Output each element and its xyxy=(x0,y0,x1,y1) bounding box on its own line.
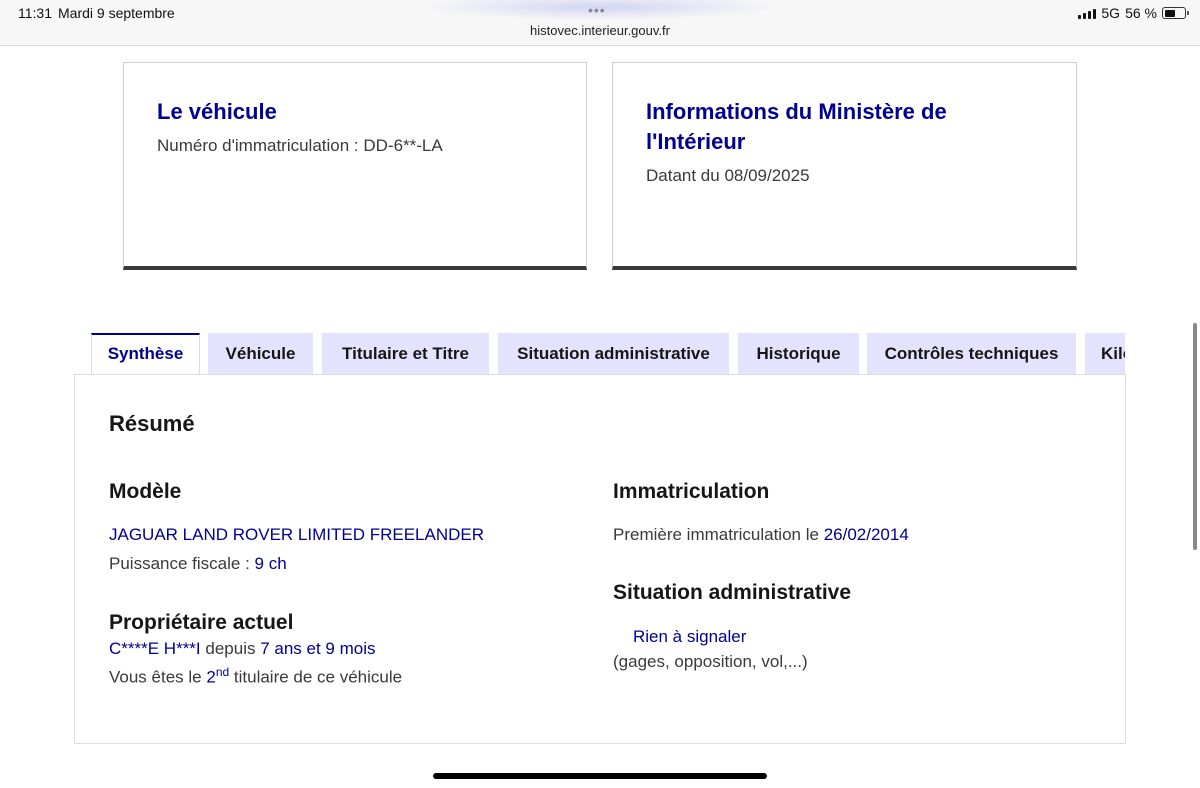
more-dots-icon[interactable]: ••• xyxy=(588,2,606,18)
fiscal-power: Puissance fiscale : 9 ch xyxy=(109,554,287,574)
ministry-card-date: Datant du 08/09/2025 xyxy=(646,166,810,185)
first-registration: Première immatriculation le 26/02/2014 xyxy=(613,525,909,545)
status-date: Mardi 9 septembre xyxy=(58,5,175,21)
owner-title: Propriétaire actuel xyxy=(109,611,294,634)
model-name: JAGUAR LAND ROVER LIMITED FREELANDER xyxy=(109,525,485,544)
tab-kilometrage[interactable]: Kilométrage xyxy=(1085,333,1125,375)
owner-name: C****E H***I xyxy=(109,639,201,658)
admin-situation-title: Situation administrative xyxy=(613,581,852,604)
synthese-panel: Résumé Modèle JAGUAR LAND ROVER LIMITED … xyxy=(74,374,1126,744)
url-bar[interactable]: histovec.interieur.gouv.fr xyxy=(0,23,1200,38)
tab-vehicule[interactable]: Véhicule xyxy=(208,333,313,375)
owner-rank-suffix: nd xyxy=(215,665,230,679)
status-indicators: 5G 56 % xyxy=(1078,5,1189,21)
cellular-signal-icon xyxy=(1078,8,1097,19)
owner-since-label: depuis xyxy=(200,639,261,658)
vehicle-card-title: Le véhicule xyxy=(157,99,277,124)
fiscal-power-label: Puissance fiscale : xyxy=(109,554,255,573)
model-title: Modèle xyxy=(109,480,182,503)
owner-rank-number: 2 xyxy=(206,667,216,687)
first-registration-label: Première immatriculation le xyxy=(613,525,824,544)
ministry-card-title: Informations du Ministère de l'Intérieur xyxy=(646,99,947,154)
tab-titulaire-titre[interactable]: Titulaire et Titre xyxy=(322,333,489,375)
home-indicator[interactable] xyxy=(433,773,767,779)
tab-situation-administrative[interactable]: Situation administrative xyxy=(498,333,729,375)
first-registration-date: 26/02/2014 xyxy=(823,525,909,544)
owner-duration: 7 ans et 9 mois xyxy=(260,639,376,658)
owner-rank-prefix: Vous êtes le xyxy=(109,667,207,687)
battery-icon xyxy=(1162,7,1189,19)
admin-status: Rien à signaler xyxy=(633,627,747,646)
ministry-card: Informations du Ministère de l'Intérieur… xyxy=(612,62,1077,270)
tab-controles-techniques[interactable]: Contrôles techniques xyxy=(867,333,1076,375)
battery-level xyxy=(1164,9,1175,17)
registration-title: Immatriculation xyxy=(613,480,770,503)
registration-number: Numéro d'immatriculation : DD-6**-LA xyxy=(157,136,443,155)
vehicle-card: Le véhicule Numéro d'immatriculation : D… xyxy=(123,62,587,270)
owner-rank-line: Vous êtes le 2nd titulaire de ce véhicul… xyxy=(109,665,402,688)
status-time: 11:31 xyxy=(18,5,52,21)
owner-line: C****E H***I depuis 7 ans et 9 mois xyxy=(109,639,375,659)
tab-historique[interactable]: Historique xyxy=(738,333,859,375)
admin-detail: (gages, opposition, vol,...) xyxy=(613,652,808,671)
tab-bar: Synthèse Véhicule Titulaire et Titre Sit… xyxy=(91,333,1125,375)
network-type: 5G xyxy=(1101,5,1121,21)
owner-rank-rest: titulaire de ce véhicule xyxy=(229,667,403,687)
fiscal-power-value: 9 ch xyxy=(254,554,287,573)
tab-synthese[interactable]: Synthèse xyxy=(91,333,200,375)
battery-percent: 56 % xyxy=(1125,5,1157,21)
summary-heading: Résumé xyxy=(109,411,195,436)
page-scrollbar[interactable] xyxy=(1193,323,1197,550)
status-bar: 11:31 Mardi 9 septembre ••• histovec.int… xyxy=(0,0,1200,46)
